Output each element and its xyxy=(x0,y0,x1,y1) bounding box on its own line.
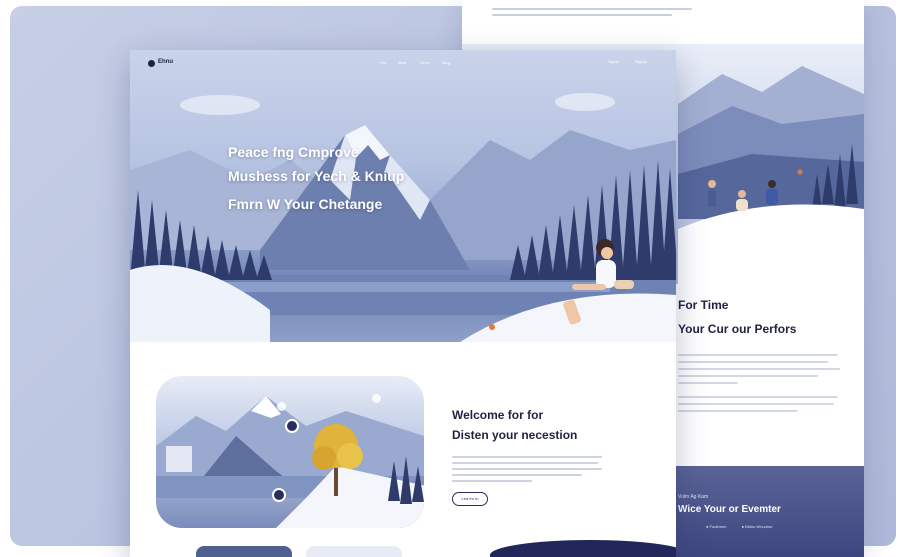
thumbnail-card-2 xyxy=(306,546,402,557)
map-pin-icon-2[interactable] xyxy=(272,488,286,502)
hero-landscape-illustration xyxy=(130,93,676,342)
map-pin-icon-1[interactable] xyxy=(285,419,299,433)
back-paragraph-1 xyxy=(678,354,864,384)
learn-more-button[interactable]: Lea fm rn xyxy=(452,492,488,506)
welcome-image-card xyxy=(156,376,424,528)
signin-button[interactable]: Signin xyxy=(608,59,619,64)
back-features: For Time Your Cur our Perfors xyxy=(678,298,864,417)
hero-title-line-1: Peace fng Cmprove xyxy=(228,144,359,160)
signup-button[interactable]: Signup xyxy=(635,59,647,64)
footer-links: Fuuthmm Bidnu Wnuuhur xyxy=(706,524,787,529)
back-paragraph-2 xyxy=(678,396,864,412)
hero-title-line-3: Fmrn W Your Chetange xyxy=(228,196,383,212)
footer-link-1[interactable]: Fuuthmm xyxy=(706,524,726,529)
thumbnail-card-1 xyxy=(196,546,292,557)
map-dot-icon-1 xyxy=(277,402,286,411)
map-dot-icon-2 xyxy=(372,394,381,403)
welcome-paragraph xyxy=(452,452,602,486)
nav-link-home[interactable]: Hm xyxy=(380,60,386,65)
nav-link-blog[interactable]: Blog xyxy=(442,60,450,65)
nav-link-services[interactable]: Servc xyxy=(420,60,430,65)
top-nav: Ehnu Hm Abnt Servc Blog Signin Signup xyxy=(130,50,676,80)
back-top-text xyxy=(492,4,692,20)
footer-link-2[interactable]: Bidnu Wnuuhur xyxy=(742,524,773,529)
hero-section: Ehnu Hm Abnt Servc Blog Signin Signup Pe… xyxy=(130,50,676,342)
welcome-section: Welcome for for Disten your necestion Le… xyxy=(130,342,676,557)
hero-title-line-2: Mushess for Yech & Kniup xyxy=(228,168,405,184)
footer-title: Wice Your or Evemter xyxy=(678,504,781,515)
nav-link-about[interactable]: Abnt xyxy=(398,60,406,65)
footer-small-text: Vulm Ag Kam xyxy=(678,494,709,500)
logo-icon xyxy=(148,60,155,67)
logo-text[interactable]: Ehnu xyxy=(158,59,173,65)
back-section-title-1: For Time xyxy=(678,298,729,312)
decorative-swoosh xyxy=(490,540,676,557)
back-section-title-2: Your Cur our Perfors xyxy=(678,322,797,336)
front-mockup: Ehnu Hm Abnt Servc Blog Signin Signup Pe… xyxy=(130,50,676,557)
welcome-heading-line-2: Disten your necestion xyxy=(452,428,578,442)
lake-illustration xyxy=(156,396,424,528)
welcome-heading-line-1: Welcome for for xyxy=(452,408,544,422)
